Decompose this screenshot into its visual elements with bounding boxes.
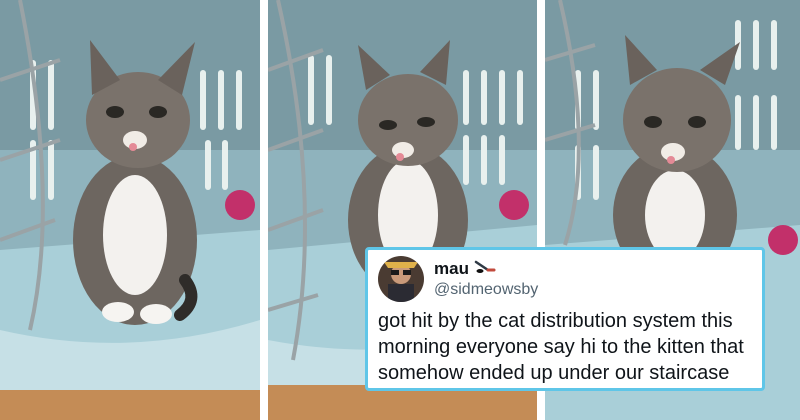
tweet-header: mau @sidmeowsby <box>378 256 752 302</box>
hockey-stick-puck-icon <box>474 260 496 279</box>
photo-panel-1 <box>0 0 260 420</box>
tweet-card: mau @sidmeowsby got hit by the cat distr… <box>365 247 765 391</box>
avatar-image <box>378 256 424 302</box>
user-handle[interactable]: @sidmeowsby <box>434 281 538 299</box>
tweet-text: got hit by the cat distribution system t… <box>378 310 744 384</box>
tweet-author: mau @sidmeowsby <box>434 259 538 299</box>
avatar[interactable] <box>378 256 424 302</box>
kitten-photo-1 <box>0 0 260 420</box>
display-name[interactable]: mau <box>434 259 469 279</box>
